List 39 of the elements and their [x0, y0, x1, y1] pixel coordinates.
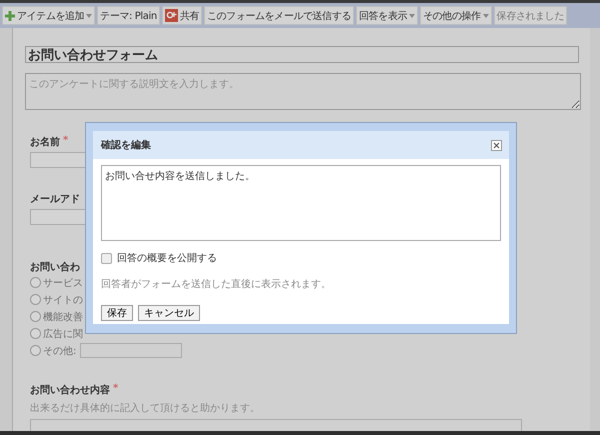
dialog-button[interactable]: キャンセル	[138, 305, 200, 321]
question-label: お問い合わ	[30, 260, 80, 274]
toolbar-button[interactable]: 共有	[162, 6, 202, 25]
checkbox-label: 回答の概要を公開する	[117, 252, 217, 265]
toolbar-button[interactable]: テーマ: Plain	[97, 6, 160, 25]
required-mark: *	[63, 135, 68, 148]
checkbox[interactable]	[101, 252, 112, 264]
radio-button[interactable]	[30, 294, 41, 305]
dialog-note: 回答者がフォームを送信した直後に表示されます。	[101, 278, 332, 291]
google-plus-icon	[164, 9, 178, 22]
dialog-title: 確認を編集	[101, 138, 151, 152]
radio-button[interactable]	[30, 345, 41, 356]
caret-icon	[409, 14, 416, 18]
option-label: サービス	[43, 276, 83, 290]
radio-button[interactable]	[30, 311, 41, 322]
question-label: メールアド	[30, 193, 80, 206]
option-label: 機能改善	[43, 310, 83, 324]
dialog-button[interactable]: 保存	[101, 305, 133, 321]
option-label: 広告に関	[43, 328, 83, 340]
description-field[interactable]: このアンケートに関する説明文を入力します。	[25, 73, 581, 110]
radio-button[interactable]	[30, 328, 41, 339]
toolbar-button[interactable]: その他の操作	[420, 6, 492, 25]
caret-icon	[482, 14, 489, 18]
toolbar-button[interactable]: このフォームをメールで送信する	[204, 6, 354, 25]
question-label: お問い合わせ内容	[30, 383, 110, 397]
close-icon[interactable]	[491, 140, 502, 150]
caret-icon	[86, 14, 92, 18]
question-label: お名前	[30, 136, 60, 149]
toolbar-button[interactable]: 回答を表示	[356, 6, 418, 25]
question-help: 出来るだけ具体的に記入して頂けると助かります。	[30, 402, 261, 415]
form-title-field[interactable]: お問い合わせフォーム	[25, 46, 579, 63]
required-mark: *	[113, 383, 118, 396]
message-field[interactable]: お問い合せ内容を送信しました。	[101, 165, 501, 241]
plus-icon	[5, 10, 15, 20]
other-input[interactable]	[80, 343, 182, 358]
option-label: その他:	[43, 344, 76, 358]
radio-button[interactable]	[30, 277, 41, 288]
toolbar-button[interactable]: アイテムを追加	[2, 6, 96, 25]
option-label: サイトの	[43, 294, 83, 306]
